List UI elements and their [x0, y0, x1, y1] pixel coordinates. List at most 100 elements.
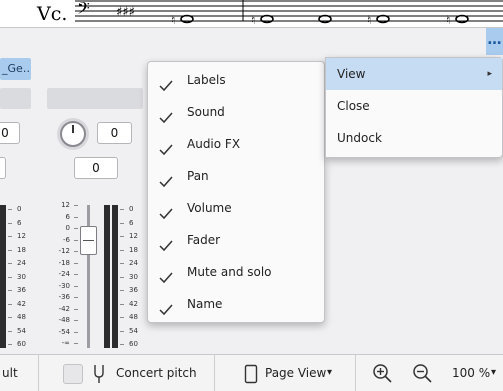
menu-item-close[interactable]: Close: [326, 90, 502, 122]
scale-label: -6: [63, 236, 70, 244]
scale-tick: [120, 277, 124, 278]
level-meter-right: [112, 205, 118, 348]
pan-value-prev[interactable]: 0: [0, 122, 20, 144]
scale-tick: [8, 317, 12, 318]
scale-label: -54: [58, 328, 70, 336]
scale-label: 48: [129, 313, 138, 321]
scale-tick: [120, 223, 124, 224]
menu-item-view[interactable]: View ▸: [326, 58, 502, 90]
menu-item-label: Volume: [187, 201, 232, 215]
scale-label: 6: [129, 219, 134, 227]
scale-label: 60: [17, 340, 26, 348]
sound-selector-main[interactable]: [47, 88, 143, 109]
status-bar: ult Concert pitch Page View ▾ 100 % ▾: [0, 354, 503, 391]
sound-selector-prev[interactable]: [0, 88, 31, 109]
scale-label: 0: [17, 205, 22, 213]
panel-options-menu: View ▸ Close Undock: [325, 57, 503, 158]
scale-label: 36: [129, 286, 138, 294]
checkmark-icon: [158, 73, 174, 92]
scale-tick: [74, 228, 78, 229]
instrument-label: Vc.: [37, 3, 68, 25]
chevron-down-icon[interactable]: ▾: [491, 367, 496, 378]
menu-item-name[interactable]: Name: [148, 288, 324, 320]
scale-label: 54: [129, 327, 138, 335]
scale-tick: [74, 343, 78, 344]
scale-label: 0: [65, 224, 70, 232]
menu-item-fader[interactable]: Fader: [148, 224, 324, 256]
scale-label: -30: [58, 282, 70, 290]
svg-text:♯♯♯: ♯♯♯: [116, 5, 135, 20]
scale-label: 12: [61, 201, 70, 209]
page-view-dropdown[interactable]: Page View: [265, 366, 326, 380]
chevron-right-icon: ▸: [487, 69, 492, 79]
scale-tick: [74, 263, 78, 264]
scale-label: -24: [58, 270, 70, 278]
checkmark-icon: [158, 233, 174, 252]
scale-tick: [8, 223, 12, 224]
svg-text:♮: ♮: [251, 13, 255, 27]
scale-tick: [74, 297, 78, 298]
svg-text:𝄢: 𝄢: [77, 0, 90, 22]
scale-tick: [120, 317, 124, 318]
page-icon: [244, 364, 258, 387]
zoom-out-icon[interactable]: [412, 363, 434, 388]
scale-label: 24: [129, 259, 138, 267]
scale-label: -18: [58, 259, 70, 267]
menu-item-pan[interactable]: Pan: [148, 160, 324, 192]
concert-pitch-label[interactable]: Concert pitch: [116, 366, 197, 380]
scale-label: -12: [58, 247, 70, 255]
chevron-down-icon[interactable]: ▾: [327, 367, 332, 378]
menu-item-labels[interactable]: Labels: [148, 64, 324, 96]
checkmark-icon: [158, 265, 174, 284]
zoom-in-icon[interactable]: [372, 363, 394, 388]
scale-tick: [120, 290, 124, 291]
scale-tick: [120, 304, 124, 305]
scale-label: 42: [129, 300, 138, 308]
menu-item-audio-fx[interactable]: Audio FX: [148, 128, 324, 160]
volume-fader-handle[interactable]: [80, 226, 97, 255]
scale-tick: [8, 236, 12, 237]
menu-item-label: Undock: [337, 131, 382, 145]
scale-tick: [120, 344, 124, 345]
concert-pitch-checkbox[interactable]: [63, 364, 83, 384]
scale-tick: [74, 286, 78, 287]
scale-label: 12: [17, 232, 26, 240]
scale-label: 0: [129, 205, 134, 213]
scale-tick: [120, 250, 124, 251]
checkmark-icon: [158, 137, 174, 156]
menu-item-undock[interactable]: Undock: [326, 122, 502, 154]
scale-tick: [74, 309, 78, 310]
workspace-label[interactable]: ult: [2, 366, 18, 380]
panel-options-button[interactable]: …: [486, 28, 503, 55]
menu-item-label: Name: [187, 297, 223, 311]
channel-name-label[interactable]: _Ge…: [0, 58, 31, 80]
level-meter-left: [104, 205, 110, 348]
menu-item-mute-and-solo[interactable]: Mute and solo: [148, 256, 324, 288]
menu-item-label: Labels: [187, 73, 226, 87]
scale-tick: [74, 251, 78, 252]
checkmark-icon: [158, 169, 174, 188]
zoom-level-field[interactable]: 100 %: [452, 366, 490, 380]
menu-item-sound[interactable]: Sound: [148, 96, 324, 128]
scale-tick: [74, 240, 78, 241]
pan-knob[interactable]: [60, 121, 86, 147]
menu-item-label: View: [337, 67, 366, 81]
scale-tick: [8, 209, 12, 210]
svg-text:♮: ♮: [446, 13, 450, 27]
menu-item-label: Fader: [187, 233, 221, 247]
scale-label: -∞: [61, 339, 70, 347]
scale-label: 30: [129, 273, 138, 281]
scale-label: 30: [17, 273, 26, 281]
volume-value-prev[interactable]: [0, 157, 6, 179]
pan-value-field[interactable]: 0: [97, 122, 132, 144]
divider: [355, 355, 356, 391]
checkmark-icon: [158, 201, 174, 220]
scale-label: 42: [17, 300, 26, 308]
mixer-view-submenu: Labels Sound Audio FX Pan Volume Fader Mute an…: [147, 61, 325, 323]
menu-item-label: Close: [337, 99, 370, 113]
scale-tick: [120, 236, 124, 237]
volume-value-field[interactable]: 0: [74, 157, 118, 179]
menu-item-volume[interactable]: Volume: [148, 192, 324, 224]
svg-text:♮: ♮: [367, 13, 371, 27]
scale-tick: [74, 320, 78, 321]
